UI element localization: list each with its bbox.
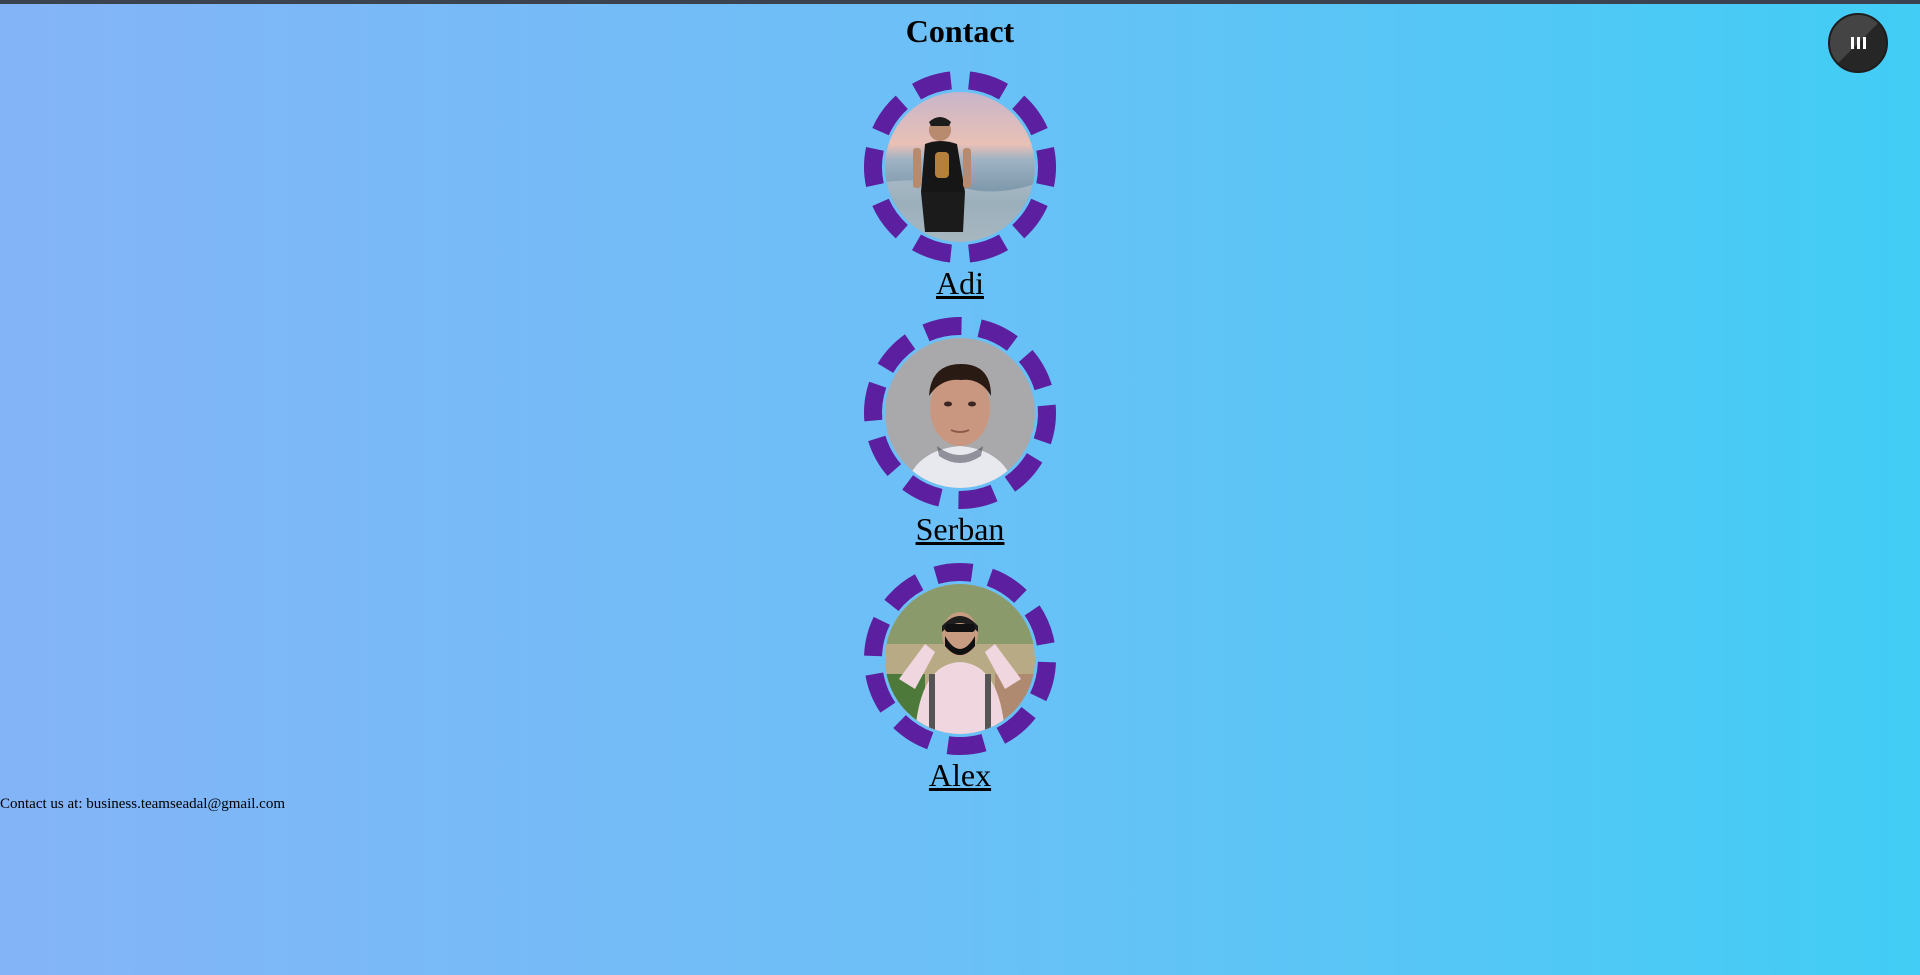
ring-segment [1033,404,1056,445]
page-title: Contact [905,13,1015,49]
member-card-serban: Serban [860,313,1060,548]
avatar-frame [860,67,1060,267]
member-card-alex: Alex [860,559,1060,794]
ring-segment [958,484,998,509]
ring-segment [946,733,987,755]
footer-contact-text: Contact us at: business.teamseadal@gmail… [0,796,285,812]
member-name-link[interactable]: Serban [916,511,1005,548]
ring-segment [864,381,887,422]
menu-toggle-button[interactable] [1828,13,1888,73]
ring-segment [864,147,884,187]
member-name-link[interactable]: Adi [936,265,984,302]
avatar-frame [860,313,1060,513]
pause-bars-icon [1850,37,1866,49]
avatar-frame [860,559,1060,759]
member-card-adi: Adi [860,67,1060,302]
browser-top-edge [0,0,1920,4]
avatar-photo[interactable] [885,92,1035,242]
ring-segment [1036,147,1056,187]
avatar-photo[interactable] [885,584,1035,734]
avatar-photo[interactable] [885,338,1035,488]
ring-segment [933,563,974,585]
member-name-link[interactable]: Alex [929,757,991,794]
